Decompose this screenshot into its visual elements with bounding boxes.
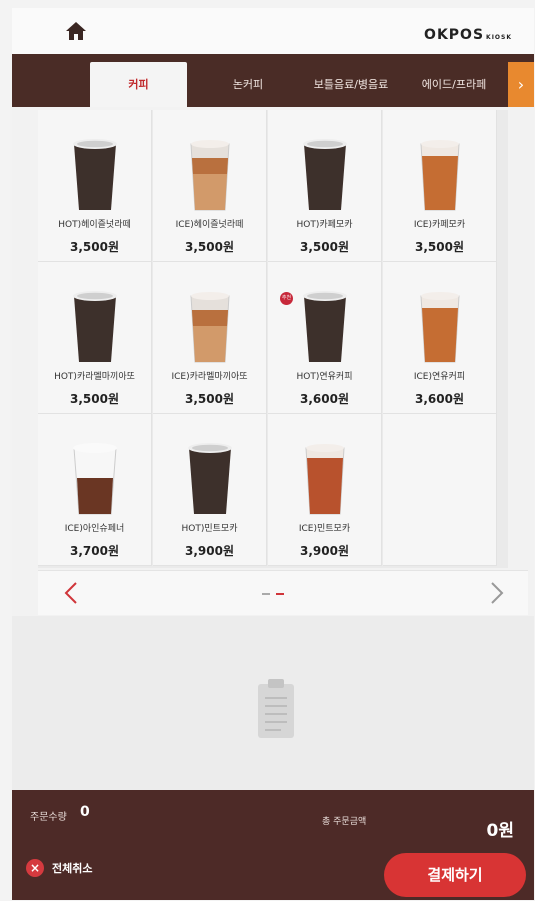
product-name: ICE)카페모카 [413, 220, 466, 230]
product-card[interactable]: ICE)아인슈페너 3,700원 [38, 414, 152, 566]
brand-name: OKPOS [424, 27, 485, 43]
tab-ade-frappe[interactable]: 에이드/프라페 [404, 62, 504, 107]
empty-slot [383, 414, 497, 566]
product-price: 3,500원 [70, 392, 119, 406]
drink-image [302, 139, 347, 210]
drink-image [187, 443, 232, 514]
order-qty-value: 0 [80, 804, 90, 820]
product-price: 3,500원 [415, 240, 464, 254]
tab-bottle-drinks[interactable]: 보틀음료/병음료 [298, 62, 404, 107]
product-card[interactable]: ICE)카페모카 3,500원 [383, 110, 497, 262]
brand-sub: KIOSK [486, 34, 512, 41]
product-name: HOT)카페모카 [296, 220, 353, 230]
chevron-left-icon[interactable] [50, 571, 94, 615]
drink-image [72, 139, 117, 210]
product-price: 3,900원 [185, 544, 234, 558]
product-name: ICE)헤이즐넛라떼 [175, 220, 244, 230]
product-price: 3,900원 [300, 544, 349, 558]
kiosk-screen: OKPOS KIOSK 커피 논커피 보틀음료/병음료 에이드/프라페 › HOT… [12, 8, 534, 900]
pagination [38, 570, 528, 615]
drink-image [72, 443, 117, 515]
recommend-badge: 추천 [280, 292, 293, 305]
product-price: 3,500원 [300, 240, 349, 254]
product-name: HOT)연유커피 [296, 372, 353, 382]
product-price: 3,600원 [300, 392, 349, 406]
page-indicator-2 [276, 593, 284, 595]
product-name: ICE)연유커피 [413, 372, 466, 382]
product-name: ICE)민트모카 [298, 524, 351, 534]
tab-coffee[interactable]: 커피 [90, 62, 187, 107]
product-card[interactable]: HOT)카라멜마끼아또 3,500원 [38, 262, 152, 414]
chevron-right-icon[interactable]: › [508, 62, 534, 107]
drink-image [304, 444, 345, 515]
product-name: HOT)헤이즐넛라떼 [58, 220, 131, 230]
product-price: 3,500원 [185, 240, 234, 254]
product-name: HOT)카라멜마끼아또 [54, 372, 135, 382]
cancel-all-label: 전체취소 [52, 862, 93, 875]
product-price: 3,500원 [185, 392, 234, 406]
product-name: ICE)아인슈페너 [64, 524, 125, 534]
drink-image [189, 140, 230, 211]
product-card[interactable]: ICE)카라멜마끼아또 3,500원 [153, 262, 267, 414]
top-bar: OKPOS KIOSK [12, 8, 534, 54]
product-price: 3,600원 [415, 392, 464, 406]
product-card[interactable]: HOT)헤이즐넛라떼 3,500원 [38, 110, 152, 262]
close-icon: × [26, 859, 44, 877]
cart-area [12, 616, 534, 790]
product-card[interactable]: HOT)민트모카 3,900원 [153, 414, 267, 566]
chevron-right-icon[interactable] [474, 571, 518, 615]
clipboard-icon [258, 679, 294, 738]
cancel-all-button[interactable]: × 전체취소 [26, 858, 92, 878]
product-card[interactable]: 추천 HOT)연유커피 3,600원 [268, 262, 382, 414]
product-grid: HOT)헤이즐넛라떼 3,500원 ICE)헤이즐넛라떼 3,500원 HOT)카페모카… [38, 110, 508, 568]
drink-image [72, 291, 117, 362]
order-qty-label: 주문수량 [30, 812, 67, 823]
drink-image [419, 292, 460, 363]
tab-non-coffee[interactable]: 논커피 [198, 62, 298, 107]
page-indicator-1 [262, 593, 270, 595]
home-icon[interactable] [64, 20, 88, 42]
category-tabs: 커피 논커피 보틀음료/병음료 에이드/프라페 › [12, 54, 534, 107]
product-card[interactable]: ICE)연유커피 3,600원 [383, 262, 497, 414]
product-name: HOT)민트모카 [181, 524, 238, 534]
product-card[interactable]: ICE)헤이즐넛라떼 3,500원 [153, 110, 267, 262]
drink-image [189, 292, 230, 363]
order-footer: 주문수량 0 총 주문금액 0원 × 전체취소 결제하기 [12, 790, 534, 900]
product-card[interactable]: HOT)카페모카 3,500원 [268, 110, 382, 262]
pay-button[interactable]: 결제하기 [384, 853, 526, 897]
product-card[interactable]: ICE)민트모카 3,900원 [268, 414, 382, 566]
product-price: 3,500원 [70, 240, 119, 254]
drink-image [419, 140, 460, 211]
total-amount-value: 0원 [486, 821, 514, 841]
total-amount-label: 총 주문금액 [322, 817, 367, 827]
drink-image [302, 291, 347, 362]
product-name: ICE)카라멜마끼아또 [171, 372, 248, 382]
brand-logo: OKPOS KIOSK [424, 27, 512, 43]
product-price: 3,700원 [70, 544, 119, 558]
